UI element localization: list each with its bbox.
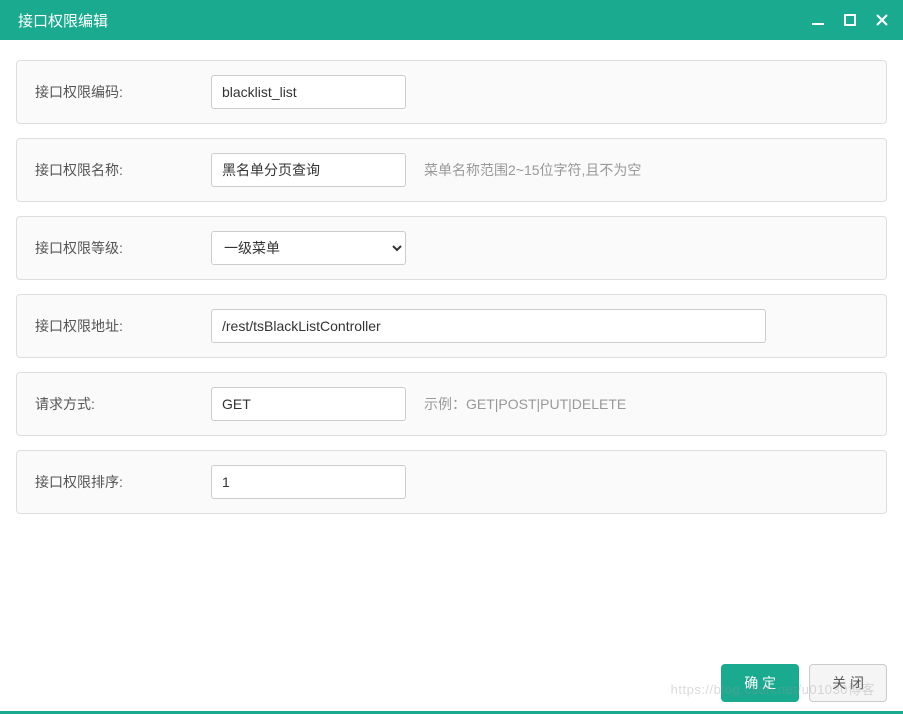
input-order[interactable] [211,465,406,499]
label-order: 接口权限排序: [31,472,211,492]
confirm-button[interactable]: 确 定 [721,664,799,702]
hint-method: 示例：GET|POST|PUT|DELETE [424,394,626,414]
title-bar: 接口权限编辑 [0,0,903,40]
input-address[interactable] [211,309,766,343]
input-method[interactable] [211,387,406,421]
row-name: 接口权限名称: 菜单名称范围2~15位字符,且不为空 [16,138,887,202]
footer-bar: 确 定 关 闭 [721,664,887,702]
input-name[interactable] [211,153,406,187]
row-code: 接口权限编码: [16,60,887,124]
window-title: 接口权限编辑 [18,10,108,31]
label-level: 接口权限等级: [31,238,211,258]
close-icon[interactable] [873,11,891,29]
minimize-icon[interactable] [809,11,827,29]
label-name: 接口权限名称: [31,160,211,180]
label-code: 接口权限编码: [31,82,211,102]
window-controls [809,11,891,29]
row-method: 请求方式: 示例：GET|POST|PUT|DELETE [16,372,887,436]
label-method: 请求方式: [31,394,211,414]
row-order: 接口权限排序: [16,450,887,514]
select-level[interactable]: 一级菜单 [211,231,406,265]
row-level: 接口权限等级: 一级菜单 [16,216,887,280]
maximize-icon[interactable] [841,11,859,29]
label-address: 接口权限地址: [31,316,211,336]
hint-name: 菜单名称范围2~15位字符,且不为空 [424,160,641,180]
input-code[interactable] [211,75,406,109]
form-area: 接口权限编码: 接口权限名称: 菜单名称范围2~15位字符,且不为空 接口权限等… [0,40,903,534]
row-address: 接口权限地址: [16,294,887,358]
close-button[interactable]: 关 闭 [809,664,887,702]
